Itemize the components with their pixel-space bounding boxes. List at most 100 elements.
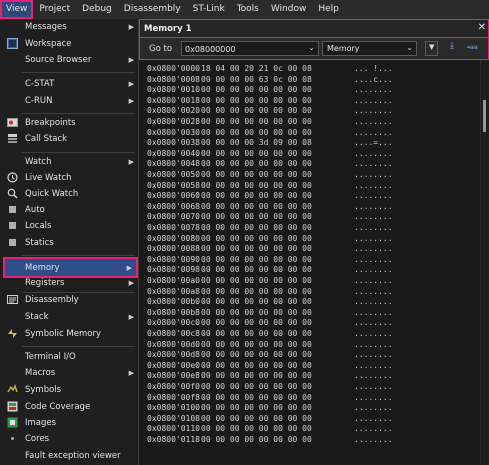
memory-hex-bytes[interactable]: 00 00 00 00 00 00 00 00 bbox=[201, 435, 312, 444]
memory-hex-bytes[interactable]: 00 00 00 00 00 00 00 00 bbox=[201, 393, 312, 402]
memory-hex-bytes[interactable]: 00 00 00 00 00 00 00 00 bbox=[201, 350, 312, 359]
memory-hex-bytes[interactable]: 00 00 00 00 00 00 00 00 bbox=[201, 223, 312, 232]
memory-options-button[interactable]: ▼ bbox=[425, 41, 438, 56]
menu-item-code-coverage[interactable]: Code Coverage bbox=[0, 399, 139, 415]
menu-item-stack[interactable]: Stack ▶ bbox=[0, 309, 139, 325]
memory-hex-bytes[interactable]: 00 00 00 00 00 00 00 00 bbox=[201, 96, 312, 105]
memory-hex-bytes[interactable]: 00 00 00 00 00 00 00 00 bbox=[201, 85, 312, 94]
memory-hex-bytes[interactable]: 00 00 00 00 00 00 00 00 bbox=[201, 106, 312, 115]
vertical-scrollbar[interactable] bbox=[480, 60, 489, 465]
memory-hex-bytes[interactable]: 00 00 00 00 00 00 00 00 bbox=[201, 329, 312, 338]
goto-address-combobox[interactable]: ⌄ bbox=[181, 41, 319, 56]
memory-row[interactable]: 0x0800'0008 00 00 00 00 63 0c 00 08 ....c.… bbox=[139, 75, 480, 86]
memory-hex-bytes[interactable]: 00 00 00 00 00 00 00 00 bbox=[201, 403, 312, 412]
memory-hex-bytes[interactable]: 00 00 00 00 00 00 00 00 bbox=[201, 202, 312, 211]
menu-item-macros[interactable]: Macros ▶ bbox=[0, 365, 139, 381]
menu-item-c-run[interactable]: C-RUN ▶ bbox=[0, 93, 139, 109]
memory-hex-bytes[interactable]: 00 00 00 00 00 00 00 00 bbox=[201, 308, 312, 317]
memory-row[interactable]: 0x0800'0100 00 00 00 00 00 00 00 00......… bbox=[139, 403, 480, 414]
menu-item-disassembly[interactable]: Disassembly bbox=[0, 292, 139, 308]
memory-row[interactable]: 0x0800'0078 00 00 00 00 00 00 00 00......… bbox=[139, 223, 480, 234]
memory-row[interactable]: 0x0800'0088 00 00 00 00 00 00 00 00......… bbox=[139, 244, 480, 255]
memory-row[interactable]: 0x0800'0090 00 00 00 00 00 00 00 00......… bbox=[139, 255, 480, 266]
memory-row[interactable]: 0x0800'0040 00 00 00 00 00 00 00 00......… bbox=[139, 149, 480, 160]
menu-view[interactable]: View bbox=[0, 0, 34, 19]
memory-row[interactable]: 0x0800'00b8 00 00 00 00 00 00 00 00......… bbox=[139, 308, 480, 319]
menu-help[interactable]: Help bbox=[312, 0, 345, 19]
memory-hex-bytes[interactable]: 00 00 00 00 00 00 00 00 bbox=[201, 234, 312, 243]
menu-item-messages[interactable]: Messages ▶ bbox=[0, 19, 139, 35]
memory-hex-bytes[interactable]: 00 00 00 00 00 00 00 00 bbox=[201, 128, 312, 137]
memory-hex-bytes[interactable]: 00 00 00 00 3d 09 00 08 bbox=[201, 138, 312, 147]
memory-hex-bytes[interactable]: 00 00 00 00 00 00 00 00 bbox=[201, 159, 312, 168]
memory-hex-bytes[interactable]: 00 00 00 00 00 00 00 00 bbox=[201, 414, 312, 423]
menu-item-symbols[interactable]: Symbols bbox=[0, 382, 139, 398]
menu-item-call-stack[interactable]: Call Stack bbox=[0, 131, 139, 147]
memory-hex-bytes[interactable]: 18 04 00 20 21 0c 00 08 bbox=[201, 64, 312, 73]
menu-item-source-browser[interactable]: Source Browser ▶ bbox=[0, 52, 139, 68]
memory-row[interactable]: 0x0800'0110 00 00 00 00 00 00 00 00......… bbox=[139, 424, 480, 435]
memory-row[interactable]: 0x0800'00e8 00 00 00 00 00 00 00 00......… bbox=[139, 371, 480, 382]
memory-hex-bytes[interactable]: 00 00 00 00 00 00 00 00 bbox=[201, 170, 312, 179]
memory-hex-bytes[interactable]: 00 00 00 00 00 00 00 00 bbox=[201, 424, 312, 433]
memory-row[interactable]: 0x0800'0030 00 00 00 00 00 00 00 00......… bbox=[139, 128, 480, 139]
memory-hex-bytes[interactable]: 00 00 00 00 00 00 00 00 bbox=[201, 340, 312, 349]
menu-item-images[interactable]: Images bbox=[0, 415, 139, 431]
memory-row[interactable]: 0x0800'0118 00 00 00 00 00 00 00 00......… bbox=[139, 435, 480, 446]
memory-zone-select[interactable]: Memory ⌄ bbox=[322, 41, 417, 56]
memory-hex-bytes[interactable]: 00 00 00 00 00 00 00 00 bbox=[201, 244, 312, 253]
menu-item-breakpoints[interactable]: Breakpoints bbox=[0, 115, 139, 131]
close-icon[interactable]: ✕ bbox=[478, 22, 486, 33]
memory-row[interactable]: 0x0800'0080 00 00 00 00 00 00 00 00......… bbox=[139, 234, 480, 245]
memory-hex-bytes[interactable]: 00 00 00 00 63 0c 00 08 bbox=[201, 75, 312, 84]
memory-hex-bytes[interactable]: 00 00 00 00 00 00 00 00 bbox=[201, 318, 312, 327]
memory-row[interactable]: 0x0800'0010 00 00 00 00 00 00 00 00......… bbox=[139, 85, 480, 96]
menu-window[interactable]: Window bbox=[265, 0, 313, 19]
memory-row[interactable]: 0x0800'0018 00 00 00 00 00 00 00 00......… bbox=[139, 96, 480, 107]
memory-hex-bytes[interactable]: 00 00 00 00 00 00 00 00 bbox=[201, 181, 312, 190]
menu-item-live-watch[interactable]: Live Watch bbox=[0, 170, 139, 186]
menu-item-registers[interactable]: Registers ▶ bbox=[0, 275, 139, 291]
memory-row[interactable]: 0x0800'0020 00 00 00 00 00 00 00 00......… bbox=[139, 106, 480, 117]
memory-row[interactable]: 0x0800'0048 00 00 00 00 00 00 00 00......… bbox=[139, 159, 480, 170]
goto-address-button[interactable]: ⤓ bbox=[448, 41, 461, 56]
menu-item-cores[interactable]: Cores bbox=[0, 431, 139, 447]
menu-debug[interactable]: Debug bbox=[76, 0, 118, 19]
menu-item-terminal-io[interactable]: Terminal I/O bbox=[0, 349, 139, 365]
chevron-down-icon[interactable]: ⌄ bbox=[308, 43, 315, 52]
memory-row[interactable]: 0x0800'0038 00 00 00 00 3d 09 00 08 ....=.… bbox=[139, 138, 480, 149]
memory-row[interactable]: 0x0800'0058 00 00 00 00 00 00 00 00......… bbox=[139, 181, 480, 192]
memory-row[interactable]: 0x0800'00f0 00 00 00 00 00 00 00 00......… bbox=[139, 382, 480, 393]
memory-hex-bytes[interactable]: 00 00 00 00 00 00 00 00 bbox=[201, 361, 312, 370]
memory-row[interactable]: 0x0800'00c0 00 00 00 00 00 00 00 00......… bbox=[139, 318, 480, 329]
memory-row[interactable]: 0x0800'00f8 00 00 00 00 00 00 00 00......… bbox=[139, 393, 480, 404]
memory-row[interactable]: 0x0800'0060 00 00 00 00 00 00 00 00......… bbox=[139, 191, 480, 202]
memory-hex-bytes[interactable]: 00 00 00 00 00 00 00 00 bbox=[201, 382, 312, 391]
scrollbar-thumb[interactable] bbox=[483, 100, 486, 132]
memory-row[interactable]: 0x0800'0028 00 00 00 00 00 00 00 00......… bbox=[139, 117, 480, 128]
menu-item-quick-watch[interactable]: Quick Watch bbox=[0, 186, 139, 202]
menu-tools[interactable]: Tools bbox=[231, 0, 265, 19]
memory-hex-bytes[interactable]: 00 00 00 00 00 00 00 00 bbox=[201, 276, 312, 285]
memory-row[interactable]: 0x0800'0108 00 00 00 00 00 00 00 00......… bbox=[139, 414, 480, 425]
menu-disassembly[interactable]: Disassembly bbox=[118, 0, 187, 19]
memory-row[interactable]: 0x0800'0068 00 00 00 00 00 00 00 00......… bbox=[139, 202, 480, 213]
menu-item-c-stat[interactable]: C-STAT ▶ bbox=[0, 76, 139, 92]
memory-row[interactable]: 0x0800'0098 00 00 00 00 00 00 00 00......… bbox=[139, 265, 480, 276]
menu-project[interactable]: Project bbox=[33, 0, 76, 19]
menu-item-auto[interactable]: Auto bbox=[0, 202, 139, 218]
memory-row[interactable]: 0x0800'00b0 00 00 00 00 00 00 00 00......… bbox=[139, 297, 480, 308]
memory-hex-bytes[interactable]: 00 00 00 00 00 00 00 00 bbox=[201, 265, 312, 274]
chevron-down-icon[interactable]: ⌄ bbox=[406, 43, 413, 52]
memory-row[interactable]: 0x0800'00c8 00 00 00 00 00 00 00 00......… bbox=[139, 329, 480, 340]
menu-item-locals[interactable]: Locals bbox=[0, 218, 139, 234]
byte-format-button[interactable]: ⇥aa bbox=[466, 41, 483, 56]
menu-st-link[interactable]: ST-Link bbox=[187, 0, 231, 19]
menu-item-statics[interactable]: Statics bbox=[0, 235, 139, 251]
memory-row[interactable]: 0x0800'00e0 00 00 00 00 00 00 00 00......… bbox=[139, 361, 480, 372]
memory-hex-bytes[interactable]: 00 00 00 00 00 00 00 00 bbox=[201, 117, 312, 126]
memory-row[interactable]: 0x0800'0050 00 00 00 00 00 00 00 00......… bbox=[139, 170, 480, 181]
memory-row[interactable]: 0x0800'00a8 00 00 00 00 00 00 00 00......… bbox=[139, 287, 480, 298]
menu-item-workspace[interactable]: Workspace bbox=[0, 36, 139, 52]
menu-item-watch[interactable]: Watch ▶ bbox=[0, 154, 139, 170]
